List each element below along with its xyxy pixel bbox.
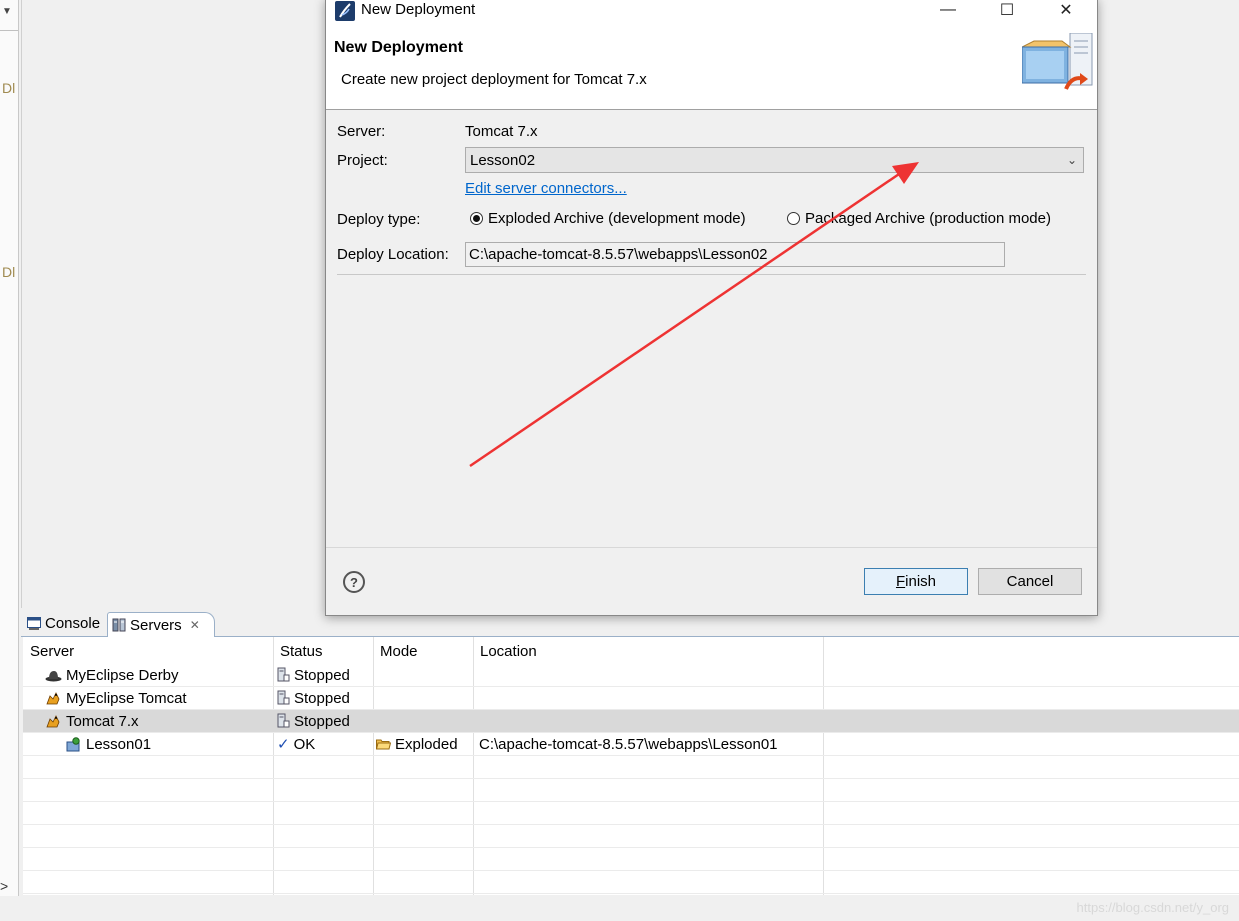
- status-text: Stopped: [294, 666, 350, 684]
- close-icon[interactable]: ✕: [190, 618, 200, 632]
- divider: [326, 547, 1097, 548]
- radio-label: Packaged Archive (production mode): [805, 210, 1051, 227]
- dialog-header: New Deployment Create new project deploy…: [326, 23, 1097, 110]
- project-icon: [66, 736, 80, 751]
- minimize-button[interactable]: —: [925, 0, 971, 23]
- derby-icon: [45, 670, 62, 681]
- checkmark-icon: ✓: [277, 736, 290, 753]
- table-row[interactable]: MyEclipse Tomcat: [45, 687, 187, 709]
- radio-selected-icon: [470, 212, 483, 225]
- table-row-selection: [23, 710, 1239, 732]
- dialog-title-bar[interactable]: New Deployment — ☐ ✕: [326, 0, 1097, 23]
- stopped-server-icon: [277, 690, 290, 705]
- column-header-server[interactable]: Server: [30, 643, 74, 660]
- exploded-archive-radio[interactable]: Exploded Archive (development mode): [470, 210, 746, 227]
- console-icon: [27, 617, 41, 630]
- server-name: Tomcat 7.x: [66, 712, 139, 730]
- tab-console-label: Console: [45, 615, 101, 632]
- left-panel-strip: ▼ Dl Dl: [0, 0, 19, 900]
- server-name: MyEclipse Tomcat: [66, 689, 187, 707]
- stopped-server-icon: [277, 713, 290, 728]
- status-text: OK: [293, 735, 316, 753]
- watermark-text: https://blog.csdn.net/y_org: [1076, 900, 1229, 915]
- scroll-left-arrow-icon[interactable]: >: [0, 878, 8, 894]
- server-value: Tomcat 7.x: [465, 123, 538, 140]
- status-cell: ✓ OK: [277, 733, 315, 755]
- tomcat-icon: [46, 714, 60, 727]
- dialog-description: Create new project deployment for Tomcat…: [341, 71, 647, 88]
- truncated-text-fragment: Dl: [2, 264, 16, 280]
- radio-label: Exploded Archive (development mode): [488, 210, 746, 227]
- table-row[interactable]: MyEclipse Derby: [45, 664, 179, 686]
- finish-button[interactable]: Finish: [864, 568, 968, 595]
- deploy-location-label: Deploy Location:: [337, 246, 449, 263]
- view-menu-chevron-icon[interactable]: ▼: [2, 6, 12, 17]
- column-header-mode[interactable]: Mode: [380, 643, 418, 660]
- finish-mnemonic: F: [895, 573, 906, 590]
- cancel-button[interactable]: Cancel: [978, 568, 1082, 595]
- divider: [337, 274, 1086, 275]
- project-name: Lesson01: [86, 735, 152, 753]
- status-text: Stopped: [294, 712, 350, 730]
- close-button[interactable]: ✕: [1043, 0, 1089, 23]
- truncated-text-fragment: Dl: [2, 80, 16, 96]
- dialog-heading: New Deployment: [334, 39, 463, 56]
- table-row[interactable]: Tomcat 7.x: [45, 710, 139, 732]
- myeclipse-app-icon: [335, 1, 355, 21]
- column-header-location[interactable]: Location: [480, 643, 537, 660]
- server-label: Server:: [337, 123, 386, 140]
- chevron-down-icon: ⌄: [1066, 153, 1077, 167]
- deployment-wizard-icon: [1022, 33, 1093, 90]
- stopped-server-icon: [277, 667, 290, 682]
- radio-unselected-icon: [787, 212, 800, 225]
- deploy-location-field[interactable]: C:\apache-tomcat-8.5.57\webapps\Lesson02: [465, 242, 1005, 267]
- table-row[interactable]: Lesson01: [65, 733, 151, 755]
- window-title: New Deployment: [361, 1, 476, 18]
- new-deployment-dialog: New Deployment — ☐ ✕ New Deployment Crea…: [325, 0, 1098, 616]
- location-cell: C:\apache-tomcat-8.5.57\webapps\Lesson01: [479, 735, 778, 753]
- packaged-archive-radio[interactable]: Packaged Archive (production mode): [787, 210, 1051, 227]
- mode-cell: Exploded: [376, 733, 458, 755]
- deploy-type-label: Deploy type:: [337, 211, 421, 228]
- finish-label: inish: [905, 573, 937, 590]
- status-cell: Stopped: [277, 710, 350, 732]
- project-select[interactable]: Lesson02 ⌄: [465, 147, 1084, 173]
- tab-servers[interactable]: Servers ✕: [107, 612, 215, 637]
- project-label: Project:: [337, 152, 388, 169]
- tab-servers-label: Servers: [130, 616, 182, 634]
- folder-icon: [376, 739, 391, 750]
- servers-table: Server Status Mode Location MyEclipse De…: [23, 637, 1239, 895]
- tomcat-icon: [46, 691, 60, 704]
- edit-server-connectors-link[interactable]: Edit server connectors...: [465, 180, 627, 197]
- help-icon[interactable]: ?: [343, 571, 365, 593]
- column-header-status[interactable]: Status: [280, 643, 323, 660]
- project-select-value: Lesson02: [470, 151, 536, 169]
- status-bar: [0, 896, 1239, 921]
- server-name: MyEclipse Derby: [66, 666, 179, 684]
- status-cell: Stopped: [277, 664, 350, 686]
- servers-icon: [112, 618, 126, 632]
- status-cell: Stopped: [277, 687, 350, 709]
- mode-text: Exploded: [395, 735, 458, 753]
- tab-console[interactable]: Console: [23, 612, 104, 635]
- status-text: Stopped: [294, 689, 350, 707]
- maximize-button[interactable]: ☐: [984, 0, 1030, 23]
